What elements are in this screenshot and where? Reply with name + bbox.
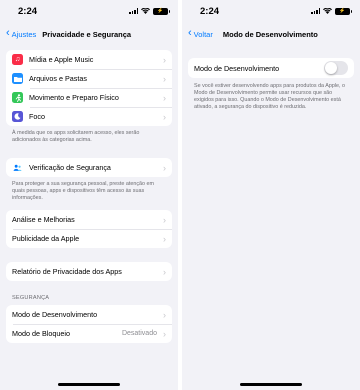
chevron-right-icon: › [163,73,166,84]
people-icon [12,162,23,174]
page-title: Modo de Desenvolvimento [222,29,318,39]
list-item-lockdown-mode[interactable]: Modo de Bloqueio Desativado › [6,324,172,343]
list-item-developer-mode[interactable]: Modo de Desenvolvimento › [6,305,172,324]
list-item-label: Modo de Bloqueio [12,329,70,339]
list-item-label: Verificação de Segurança [29,163,111,173]
battery-icon: ⚡ [153,7,170,15]
nav-bar: ‹ Voltar Modo de Desenvolvimento [182,22,360,46]
analytics-group: Análise e Melhorias › Publicidade da App… [6,210,172,249]
list-item-label: Modo de Desenvolvimento [12,310,98,320]
list-item-media-music[interactable]: ♫ Mídia e Apple Music › [6,50,172,69]
chevron-right-icon: › [163,309,166,320]
safety-check-group: Verificação de Segurança › [6,158,172,178]
status-icons: ⚡ [129,7,170,15]
home-indicator [240,383,302,386]
list-item-focus[interactable]: Foco › [6,107,172,126]
toggle-knob [325,62,337,74]
status-time: 2:24 [200,5,220,17]
developer-mode-label: Modo de Desenvolvimento [194,63,280,73]
chevron-right-icon: › [163,214,166,225]
page-title: Privacidade e Segurança [42,29,132,39]
status-icons: ⚡ [311,7,352,15]
report-group: Relatório de Privacidade dos Apps › [6,262,172,282]
developer-mode-row: Modo de Desenvolvimento [188,58,354,78]
back-label: Ajustes [11,29,37,39]
back-button[interactable]: ‹ Ajustes [6,27,37,39]
chevron-right-icon: › [163,266,166,277]
status-time: 2:24 [18,5,38,17]
music-note-icon: ♫ [12,54,23,65]
home-indicator [58,383,120,386]
list-item-motion-fitness[interactable]: Movimento e Preparo Físico › [6,88,172,107]
developer-mode-screen: 2:24 ⚡ ‹ Voltar Modo de Desenvolvimento … [182,0,360,390]
developer-mode-footer-note: Se você estiver desenvolvendo apps para … [194,83,346,111]
folder-icon [12,73,23,84]
screens: 2:24 ⚡ ‹ Ajustes Privacidade e Segurança… [0,0,360,390]
list-item-label: Foco [29,112,45,121]
list-item-label: Movimento e Preparo Físico [29,93,119,102]
list-item-label: Publicidade da Apple [12,234,80,244]
fitness-icon [12,92,23,103]
battery-icon: ⚡ [335,7,352,15]
chevron-right-icon: › [163,162,166,173]
status-bar: 2:24 ⚡ [182,0,360,22]
signal-icon [129,8,138,14]
list-item-apple-advertising[interactable]: Publicidade da Apple › [6,229,172,248]
apps-permissions-group: ♫ Mídia e Apple Music › Arquivos e Pasta… [6,50,172,126]
list-item-safety-check[interactable]: Verificação de Segurança › [6,158,172,177]
moon-icon [12,111,23,122]
list-item-privacy-report[interactable]: Relatório de Privacidade dos Apps › [6,262,172,281]
status-bar: 2:24 ⚡ [0,0,178,22]
list-item-analytics[interactable]: Análise e Melhorias › [6,210,172,229]
safety-footer-note: Para proteger a sua segurança pessoal, p… [12,181,155,202]
back-label: Voltar [193,29,213,39]
list-item-label: Arquivos e Pastas [29,74,87,83]
chevron-right-icon: › [163,111,166,122]
chevron-left-icon: ‹ [188,27,192,39]
nav-bar: ‹ Ajustes Privacidade e Segurança [0,22,178,46]
privacy-security-screen: 2:24 ⚡ ‹ Ajustes Privacidade e Segurança… [0,0,178,390]
signal-icon [311,8,320,14]
list-item-label: Análise e Melhorias [12,215,75,225]
back-button[interactable]: ‹ Voltar [188,27,213,39]
security-section-header: SEGURANÇA [12,295,50,302]
developer-mode-group: Modo de Desenvolvimento [188,58,354,78]
lockdown-mode-status: Desativado [121,330,157,338]
list-item-label: Mídia e Apple Music [29,55,94,64]
list-item-files-folders[interactable]: Arquivos e Pastas › [6,69,172,88]
wifi-icon [323,8,332,14]
security-group: Modo de Desenvolvimento › Modo de Bloque… [6,305,172,344]
chevron-right-icon: › [163,92,166,103]
list-item-label: Relatório de Privacidade dos Apps [12,267,122,277]
apps-footer-note: À medida que os apps solicitarem acesso,… [12,130,140,144]
chevron-right-icon: › [163,233,166,244]
chevron-right-icon: › [163,54,166,65]
chevron-right-icon: › [163,328,166,339]
developer-mode-toggle[interactable] [324,61,348,75]
wifi-icon [141,8,150,14]
chevron-left-icon: ‹ [6,27,10,39]
